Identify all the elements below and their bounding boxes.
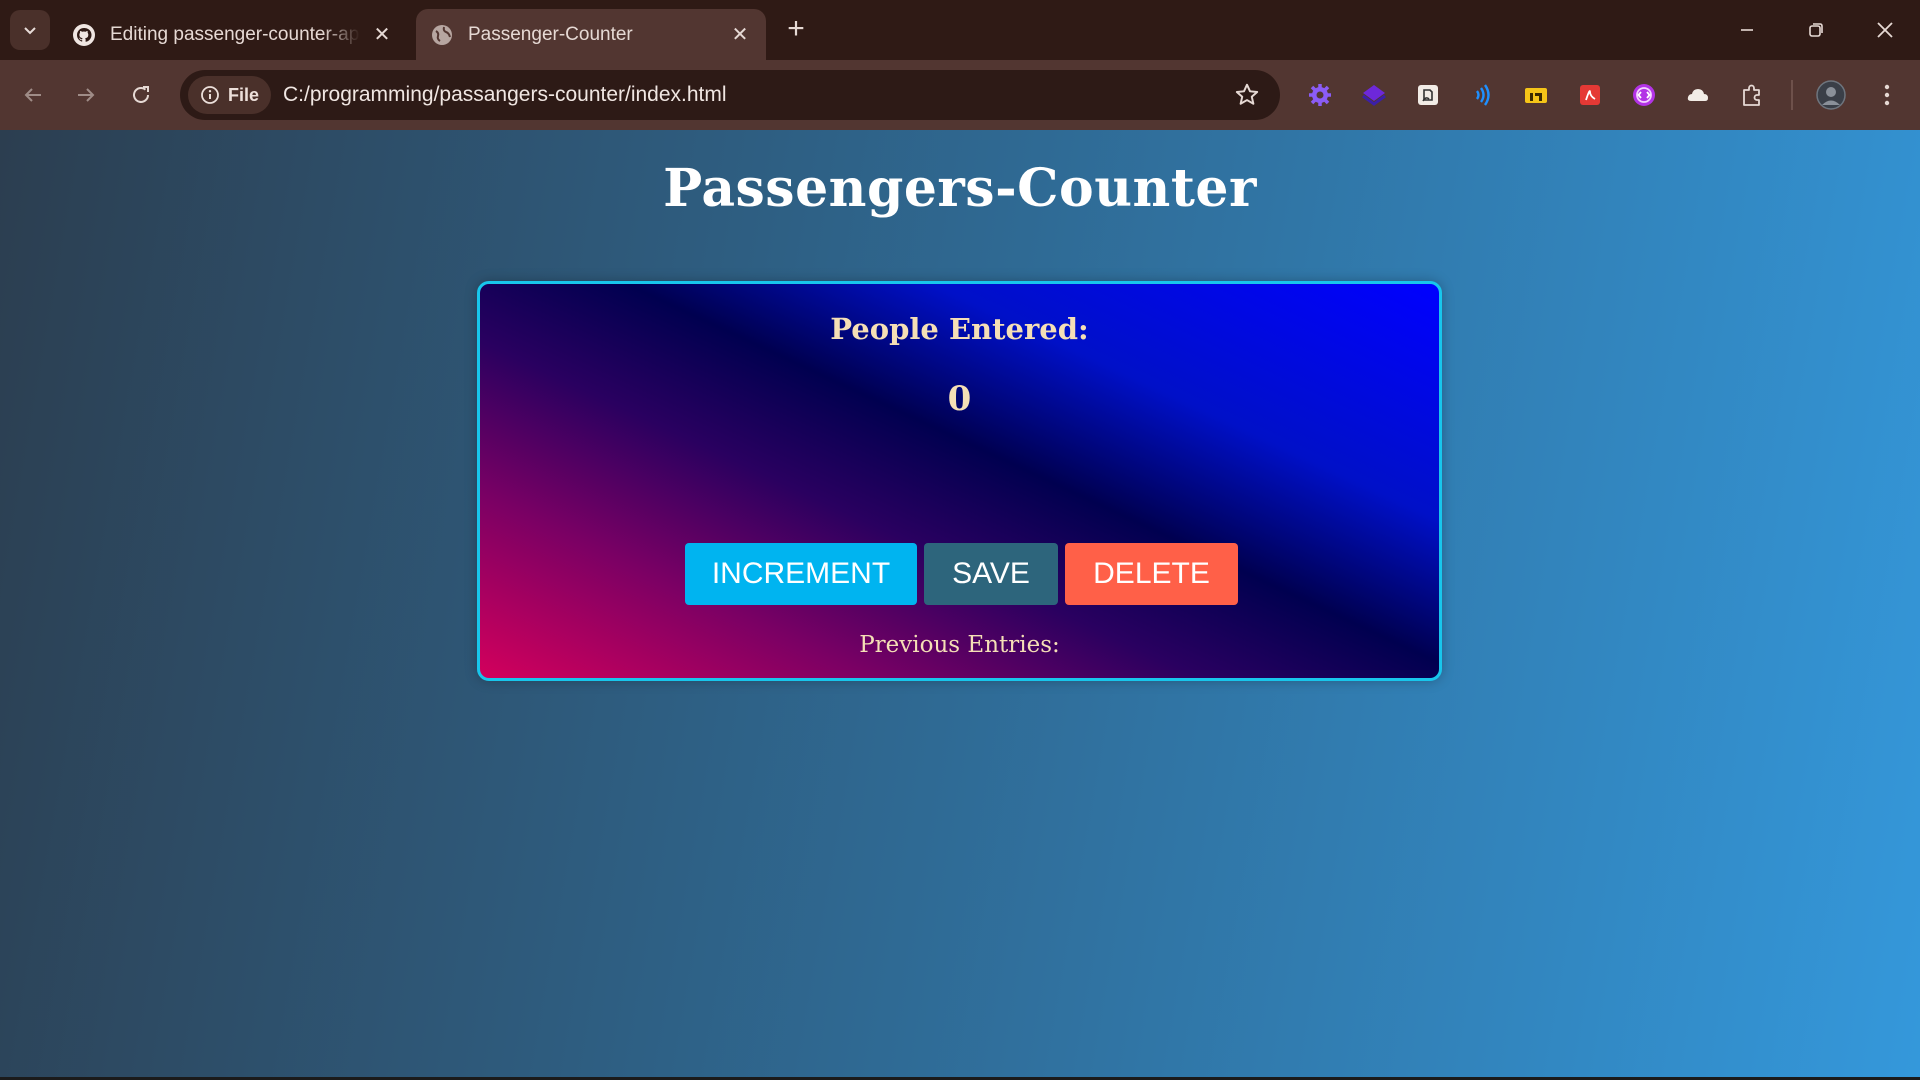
tab-search-button[interactable]: [10, 10, 50, 50]
code-extension-icon[interactable]: [1629, 80, 1659, 110]
button-row: INCREMENT SAVE DELETE: [685, 543, 1238, 605]
reload-button[interactable]: [121, 75, 161, 115]
close-icon[interactable]: ✕: [370, 23, 394, 47]
site-info-label: File: [228, 84, 260, 105]
url-text[interactable]: C:/programming/passangers-counter/index.…: [283, 83, 727, 107]
page-viewport: Passengers-Counter People Entered: 0 INC…: [0, 130, 1920, 1077]
gear-extension-icon[interactable]: [1305, 80, 1335, 110]
address-bar[interactable]: File C:/programming/passangers-counter/i…: [180, 70, 1280, 120]
increment-button[interactable]: INCREMENT: [685, 543, 917, 605]
counter-card: People Entered: 0 INCREMENT SAVE DELETE …: [477, 281, 1442, 681]
github-icon: [73, 23, 95, 46]
close-window-button[interactable]: [1860, 10, 1910, 50]
new-tab-button[interactable]: +: [780, 14, 812, 46]
restore-icon: [1809, 23, 1823, 37]
pdf-extension-icon[interactable]: [1575, 80, 1605, 110]
browser-menu-button[interactable]: [1872, 80, 1902, 110]
toolbar-separator: [1791, 80, 1793, 110]
reload-icon: [133, 86, 149, 103]
document-extension-icon[interactable]: [1413, 80, 1443, 110]
page-title: Passengers-Counter: [663, 158, 1257, 219]
chevron-down-icon: [24, 27, 36, 35]
back-button[interactable]: [13, 75, 53, 115]
arrow-left-icon: [24, 88, 41, 102]
tab-title: Passenger-Counter: [468, 23, 633, 45]
close-icon[interactable]: ✕: [728, 23, 752, 47]
forward-button[interactable]: [66, 75, 106, 115]
more-vertical-icon: [1884, 84, 1890, 106]
cloud-extension-icon[interactable]: [1683, 80, 1713, 110]
layers-extension-icon[interactable]: [1359, 80, 1389, 110]
tab-title: Editing passenger-counter-app/: [110, 23, 360, 45]
signal-extension-icon[interactable]: [1467, 80, 1497, 110]
bookmark-button[interactable]: [1234, 82, 1260, 113]
site-info-chip[interactable]: File: [188, 76, 272, 114]
minimize-button[interactable]: [1722, 10, 1772, 50]
restore-button[interactable]: [1791, 10, 1841, 50]
puzzle-icon[interactable]: [1737, 80, 1767, 110]
folder-extension-icon[interactable]: [1521, 80, 1551, 110]
close-icon: [1877, 22, 1893, 38]
tab-strip: Editing passenger-counter-app/ ✕ Passeng…: [0, 0, 1920, 60]
tab-editing-github[interactable]: Editing passenger-counter-app/ ✕: [58, 9, 408, 60]
count-value: 0: [947, 379, 972, 419]
avatar[interactable]: [1816, 80, 1846, 110]
minimize-icon: [1741, 29, 1753, 31]
delete-button[interactable]: DELETE: [1065, 543, 1238, 605]
arrow-right-icon: [78, 88, 95, 102]
info-icon: [201, 86, 219, 104]
star-icon: [1235, 83, 1259, 105]
tab-passenger-counter[interactable]: Passenger-Counter ✕: [416, 9, 766, 60]
people-entered-heading: People Entered:: [830, 312, 1089, 346]
save-button[interactable]: SAVE: [924, 543, 1058, 605]
globe-icon: [432, 24, 452, 45]
previous-entries-label: Previous Entries:: [859, 632, 1060, 658]
